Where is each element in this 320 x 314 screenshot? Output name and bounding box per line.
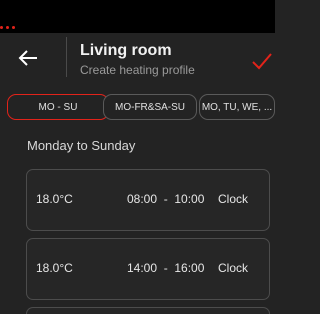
arrow-left-icon	[18, 50, 37, 66]
time-slot[interactable]: 18.0°C 08:00 - 10:00 Clock	[26, 169, 270, 231]
slot-mode: Clock	[218, 261, 249, 275]
tab-mo-fr-sa-su[interactable]: MO-FR&SA-SU	[103, 94, 197, 120]
page-title: Living room	[80, 42, 172, 59]
header-divider	[66, 37, 67, 77]
tab-mo-su[interactable]: MO - SU	[7, 94, 109, 120]
page-subtitle: Create heating profile	[80, 63, 195, 77]
status-bar	[0, 0, 275, 33]
slot-end-time: 10:00	[174, 192, 205, 206]
slot-time-range: 08:00 - 10:00	[127, 192, 204, 206]
status-dot	[6, 26, 9, 29]
status-dots	[0, 26, 15, 29]
slot-separator: -	[163, 192, 168, 206]
checkmark-icon	[252, 53, 272, 70]
section-label: Monday to Sunday	[27, 138, 136, 153]
status-dot	[0, 26, 3, 29]
slot-start-time: 14:00	[127, 261, 158, 275]
slot-start-time: 08:00	[127, 192, 158, 206]
slot-separator: -	[163, 261, 168, 275]
time-slot-partial[interactable]	[26, 307, 270, 314]
back-button[interactable]	[17, 43, 47, 73]
confirm-button[interactable]	[251, 50, 273, 72]
slot-end-time: 16:00	[174, 261, 205, 275]
day-group-tabs: MO - SU MO-FR&SA-SU MO, TU, WE, ...	[0, 94, 275, 124]
slot-temperature: 18.0°C	[36, 261, 73, 275]
tab-individual-days[interactable]: MO, TU, WE, ...	[199, 94, 275, 120]
slot-mode: Clock	[218, 192, 249, 206]
status-dot	[12, 26, 15, 29]
slot-time-range: 14:00 - 16:00	[127, 261, 204, 275]
time-slot[interactable]: 18.0°C 14:00 - 16:00 Clock	[26, 238, 270, 300]
screen: Living room Create heating profile MO - …	[0, 0, 275, 314]
header: Living room Create heating profile	[0, 33, 275, 88]
slot-temperature: 18.0°C	[36, 192, 73, 206]
